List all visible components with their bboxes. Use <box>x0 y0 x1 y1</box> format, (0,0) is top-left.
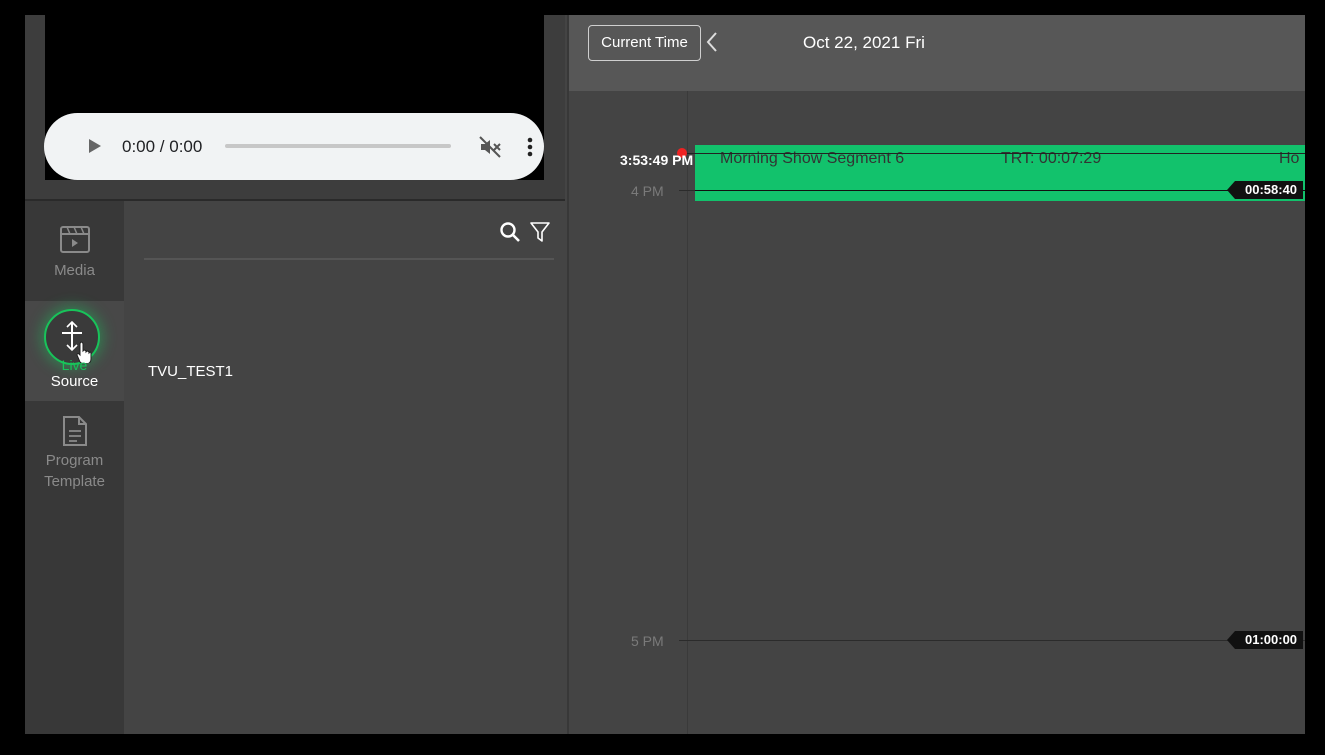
play-icon[interactable] <box>89 139 101 153</box>
nav-item-live-source[interactable]: Live Source <box>25 301 124 401</box>
duration-tag: 00:58:40 <box>1227 181 1304 199</box>
app-window: 0:00 / 0:00 Media Live Source Program Te… <box>25 15 1305 734</box>
nav-label-template: Template <box>44 473 105 490</box>
list-item[interactable]: TVU_TEST1 <box>148 363 233 380</box>
time-axis <box>687 91 688 734</box>
document-icon <box>63 416 87 446</box>
source-list-panel: TVU_TEST1 <box>124 201 568 734</box>
hour-line-5pm <box>679 640 1305 641</box>
audio-player: 0:00 / 0:00 <box>44 113 544 180</box>
preview-area: 0:00 / 0:00 <box>25 15 565 200</box>
side-nav: Media Live Source Program Template <box>25 201 124 734</box>
nav-item-media[interactable]: Media <box>25 201 124 301</box>
nav-label-source: Source <box>50 373 99 390</box>
film-icon <box>60 226 90 253</box>
search-icon[interactable] <box>499 221 521 243</box>
current-time-label: 3:53:49 PM <box>620 152 694 168</box>
chevron-left-icon[interactable] <box>705 31 721 53</box>
timeline-panel: Current Time Oct 22, 2021 Fri 4 PM 5 PM … <box>569 15 1305 734</box>
duration-tag: 01:00:00 <box>1227 631 1304 649</box>
hour-label: 4 PM <box>631 183 664 199</box>
date-label: Oct 22, 2021 Fri <box>803 33 925 52</box>
nav-label-program: Program <box>45 452 104 469</box>
muted-speaker-icon[interactable] <box>478 135 502 159</box>
nav-item-program-template[interactable]: Program Template <box>25 401 124 501</box>
current-time-button[interactable]: Current Time <box>588 25 701 61</box>
filter-icon[interactable] <box>529 220 551 244</box>
seek-bar[interactable] <box>225 144 451 148</box>
time-display: 0:00 / 0:00 <box>122 137 203 156</box>
program-divider <box>695 190 1305 191</box>
timeline-header: Current Time Oct 22, 2021 Fri <box>569 15 1305 91</box>
nav-label-media: Media <box>54 262 95 279</box>
more-options-icon[interactable] <box>520 135 540 159</box>
hour-label: 5 PM <box>631 633 664 649</box>
search-underline <box>144 258 554 260</box>
current-time-line <box>687 153 1305 154</box>
